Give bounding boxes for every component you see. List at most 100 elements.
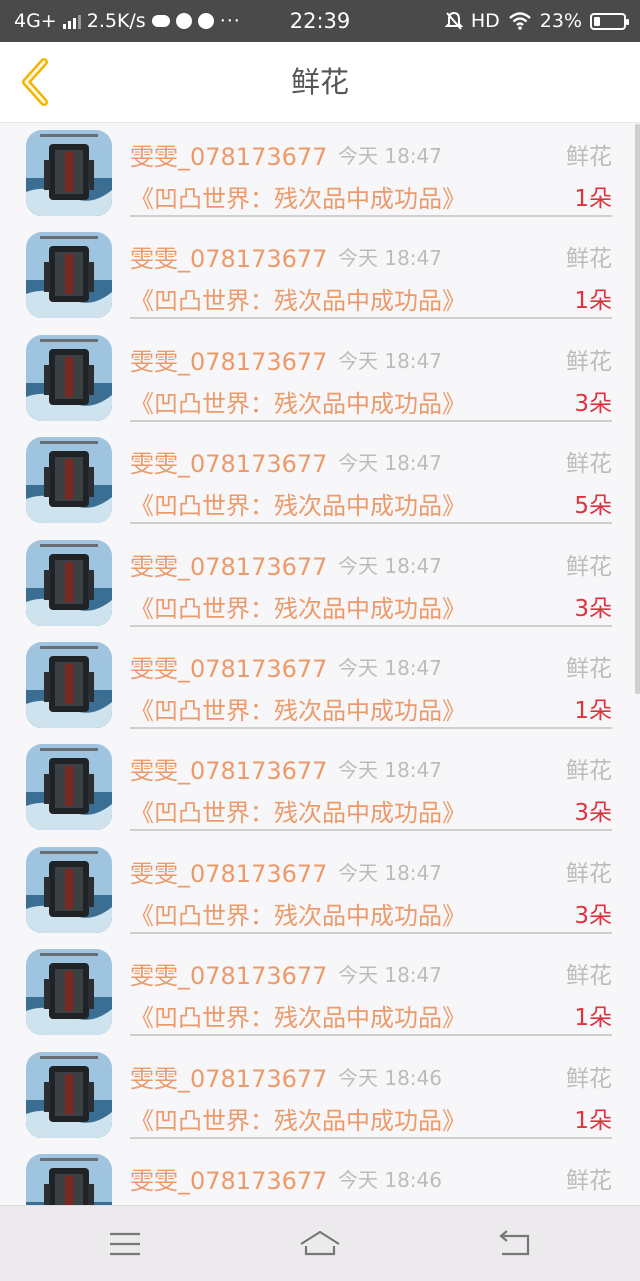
row-divider [130,419,612,422]
book-title[interactable]: 《凹凸世界：残次品中成功品》 [130,793,466,828]
list-item[interactable]: 雯雯_078173677 今天 18:47 鲜花 《凹凸世界：残次品中成功品》 … [0,328,640,430]
list-item[interactable]: 雯雯_078173677 今天 18:46 鲜花 《凹凸世界：残次品中成功品》 [0,1147,640,1205]
sender-name[interactable]: 雯雯_078173677 [130,1059,327,1094]
gift-type: 鲜花 [566,1167,612,1194]
mute-bell-icon [444,11,463,30]
send-time: 今天 18:47 [338,758,442,783]
flower-quantity: 3朵 [574,390,612,417]
sender-name[interactable]: 雯雯_078173677 [130,649,327,684]
row-divider [130,829,612,832]
book-title[interactable]: 《凹凸世界：残次品中成功品》 [130,281,466,316]
send-time: 今天 18:47 [338,553,442,578]
row-divider [130,215,612,217]
gift-type: 鲜花 [566,451,612,478]
list-item[interactable]: 雯雯_078173677 今天 18:46 鲜花 《凹凸世界：残次品中成功品》 … [0,1045,640,1147]
row-divider [130,1034,612,1037]
row-divider [130,726,612,729]
sender-name[interactable]: 雯雯_078173677 [130,854,327,889]
list-item[interactable]: 雯雯_078173677 今天 18:47 鲜花 《凹凸世界：残次品中成功品》 … [0,123,640,225]
row-divider [130,931,612,934]
gift-type: 鲜花 [566,348,612,375]
row-divider [130,624,612,627]
send-time: 今天 18:46 [338,1167,442,1192]
flower-quantity: 3朵 [574,902,612,929]
system-navigation-bar [0,1205,640,1281]
sender-name[interactable]: 雯雯_078173677 [130,137,327,172]
book-title[interactable]: 《凹凸世界：残次品中成功品》 [130,1101,466,1136]
avatar[interactable] [26,539,112,626]
sender-name[interactable]: 雯雯_078173677 [130,239,327,274]
menu-button[interactable] [105,1224,145,1264]
flower-record-list[interactable]: 雯雯_078173677 今天 18:47 鲜花 《凹凸世界：残次品中成功品》 … [0,123,640,1205]
send-time: 今天 18:47 [338,144,442,168]
flower-quantity: 5朵 [574,493,612,520]
send-time: 今天 18:47 [338,246,442,271]
gift-type: 鲜花 [566,1065,612,1092]
list-item[interactable]: 雯雯_078173677 今天 18:47 鲜花 《凹凸世界：残次品中成功品》 … [0,533,640,635]
avatar[interactable] [26,437,112,524]
sender-name[interactable]: 雯雯_078173677 [130,751,327,786]
hd-label: HD [470,10,500,32]
list-item[interactable]: 雯雯_078173677 今天 18:47 鲜花 《凹凸世界：残次品中成功品》 … [0,225,640,327]
book-title[interactable]: 《凹凸世界：残次品中成功品》 [130,589,466,624]
gift-type: 鲜花 [566,655,612,682]
app-header: 鲜花 [0,42,640,123]
book-title[interactable]: 《凹凸世界：残次品中成功品》 [130,486,466,521]
row-divider [130,317,612,320]
avatar[interactable] [26,744,112,831]
gift-type: 鲜花 [566,860,612,887]
gift-type: 鲜花 [566,758,612,785]
home-icon [300,1230,340,1256]
flower-quantity: 1朵 [574,1107,612,1134]
sender-name[interactable]: 雯雯_078173677 [130,444,327,479]
sender-name[interactable]: 雯雯_078173677 [130,1161,327,1196]
battery-percent: 23% [539,10,582,32]
row-divider [130,522,612,525]
gift-type: 鲜花 [566,246,612,273]
avatar[interactable] [26,949,112,1036]
avatar[interactable] [26,641,112,728]
send-time: 今天 18:46 [338,1065,442,1090]
avatar[interactable] [26,1051,112,1138]
gift-type: 鲜花 [566,144,612,170]
send-time: 今天 18:47 [338,860,442,885]
page-title: 鲜花 [290,65,349,99]
flower-quantity: 1朵 [574,697,612,724]
status-right: HD 23% [444,0,629,42]
list-item[interactable]: 雯雯_078173677 今天 18:47 鲜花 《凹凸世界：残次品中成功品》 … [0,430,640,532]
return-icon [499,1230,530,1256]
list-item[interactable]: 雯雯_078173677 今天 18:47 鲜花 《凹凸世界：残次品中成功品》 … [0,737,640,839]
send-time: 今天 18:47 [338,655,442,680]
list-item[interactable]: 雯雯_078173677 今天 18:47 鲜花 《凹凸世界：残次品中成功品》 … [0,942,640,1044]
sender-name[interactable]: 雯雯_078173677 [130,342,327,377]
book-title[interactable]: 《凹凸世界：残次品中成功品》 [130,896,466,931]
home-button[interactable] [298,1224,342,1264]
gift-type: 鲜花 [566,963,612,990]
flower-quantity: 1朵 [574,288,612,315]
avatar[interactable] [26,130,112,216]
book-title[interactable]: 《凹凸世界：残次品中成功品》 [130,179,466,214]
status-bar: 4G+ 2.5K/s ··· 22:39 HD 23% [0,0,640,42]
send-time: 今天 18:47 [338,451,442,476]
book-title[interactable]: 《凹凸世界：残次品中成功品》 [130,691,466,726]
avatar[interactable] [26,334,112,421]
avatar[interactable] [26,846,112,933]
menu-icon [110,1232,140,1256]
wifi-icon [508,12,531,30]
avatar[interactable] [26,232,112,319]
book-title[interactable]: 《凹凸世界：残次品中成功品》 [130,384,466,419]
gift-type: 鲜花 [566,553,612,580]
avatar[interactable] [26,1153,112,1205]
flower-quantity: 1朵 [574,1005,612,1032]
list-item[interactable]: 雯雯_078173677 今天 18:47 鲜花 《凹凸世界：残次品中成功品》 … [0,840,640,942]
flower-quantity: 3朵 [574,800,612,827]
list-item[interactable]: 雯雯_078173677 今天 18:47 鲜花 《凹凸世界：残次品中成功品》 … [0,635,640,737]
book-title[interactable]: 《凹凸世界：残次品中成功品》 [130,998,466,1033]
sender-name[interactable]: 雯雯_078173677 [130,956,327,991]
send-time: 今天 18:47 [338,963,442,988]
scrollbar[interactable] [635,124,640,694]
battery-icon [590,12,629,30]
return-button[interactable] [496,1224,536,1264]
flower-quantity: 1朵 [574,186,612,212]
sender-name[interactable]: 雯雯_078173677 [130,547,327,582]
